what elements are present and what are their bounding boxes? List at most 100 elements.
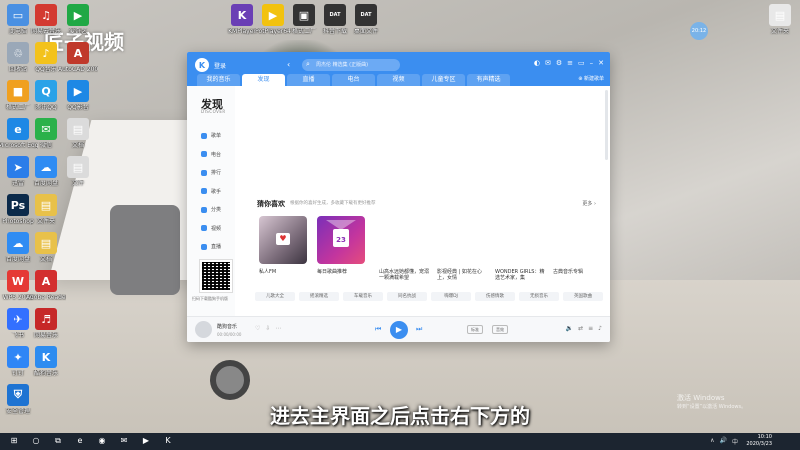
desktop-icon-icons_col2-9[interactable]: K 酷狗音乐	[26, 346, 66, 377]
app-icon: ▤	[67, 118, 89, 140]
app-icon: A	[35, 270, 57, 292]
app-icon: ▤	[769, 4, 791, 26]
quality-button[interactable]: 标准	[467, 325, 483, 334]
app-icon: ☁	[35, 156, 57, 178]
desktop-icon-icons_col3-3[interactable]: ▤ 文档	[58, 118, 98, 149]
desktop-icon-icons_col2-5[interactable]: ▤ 文件夹	[26, 194, 66, 225]
message-icon[interactable]: ✉	[545, 59, 551, 67]
tag-button[interactable]: 英国歌曲	[563, 292, 603, 301]
sidebar-item-1[interactable]: 电台	[201, 151, 221, 158]
sidebar-item-label: 排行	[211, 170, 222, 176]
desktop-icon-icons_col2-6[interactable]: ▤ 文档	[26, 232, 66, 263]
desktop-icon-label: 酷狗音乐	[33, 370, 58, 377]
mini-mode-icon[interactable]: ▭	[578, 59, 585, 67]
radio-heart-icon: ♥	[276, 233, 290, 245]
download-icon[interactable]: ⇩	[265, 325, 270, 332]
sound-effect-button[interactable]: 音效	[492, 325, 508, 334]
tag-button[interactable]: 伤感情歌	[475, 292, 515, 301]
back-arrow-icon[interactable]: ‹	[287, 60, 290, 69]
desktop-icon-icons_right-0[interactable]: ▤ 文件夹	[760, 4, 800, 35]
tab-5[interactable]: 儿童专区	[422, 74, 465, 86]
tag-button[interactable]: 嗨爆DJ	[431, 292, 471, 301]
desktop-icon-icons_col2-7[interactable]: A Adobe Reader	[26, 270, 66, 301]
sidebar-item-icon	[201, 188, 207, 194]
taskbar-app-icon[interactable]: ✉	[118, 435, 130, 447]
sidebar-item-3[interactable]: 歌手	[201, 188, 221, 195]
sidebar-item-4[interactable]: 分类	[201, 206, 221, 213]
sidebar-item-5[interactable]: 视频	[201, 225, 221, 232]
desktop-icon-icons_col3-0[interactable]: ▶ 爱奇艺	[58, 4, 98, 35]
new-playlist-button[interactable]: ⊕ 新建歌单	[578, 75, 604, 82]
sidebar-item-label: 电台	[211, 151, 222, 158]
taskbar-clock[interactable]: 10:10 2020/3/23	[746, 434, 772, 448]
app-icon: ✉	[35, 118, 57, 140]
speaker-icon[interactable]: 🔊	[720, 437, 727, 446]
tab-1[interactable]: 发现	[242, 74, 285, 86]
settings-icon[interactable]: ⚙	[556, 59, 562, 67]
tab-2[interactable]: 直播	[287, 74, 330, 86]
menu-icon[interactable]: ≡	[567, 59, 573, 67]
player-actions: ♡ ⇩ ⋯	[255, 325, 281, 332]
desktop-icon-icons_col3-4[interactable]: ▤ 文件	[58, 156, 98, 187]
player-time: 00:00/00:00	[217, 332, 242, 337]
like-icon[interactable]: ♡	[255, 325, 260, 332]
tab-3[interactable]: 电台	[332, 74, 375, 86]
tag-button[interactable]: 同名抗战	[387, 292, 427, 301]
minimize-icon[interactable]: –	[590, 59, 594, 67]
daily-recommend-card[interactable]: 23	[317, 216, 365, 264]
desktop-icon-top-4[interactable]: DAT 桌面文件	[346, 4, 386, 35]
discover-subtitle: DISCOVER	[201, 109, 226, 114]
sidebar-item-6[interactable]: 直播	[201, 243, 221, 250]
app-icon: ▤	[35, 232, 57, 254]
taskbar-app-icon[interactable]: e	[74, 435, 86, 447]
playlist-text-item[interactable]: WONDER GIRLS：精选艺术家，集	[495, 269, 547, 281]
playlist-text-item[interactable]: 古典音乐专辑	[553, 269, 605, 275]
tag-button[interactable]: 车载音乐	[343, 292, 383, 301]
sidebar-item-2[interactable]: 排行	[201, 169, 221, 176]
scrollbar[interactable]	[605, 90, 608, 160]
playlist-text-item[interactable]: 山高水远她都懂，宠溺一颗满载希望	[379, 269, 431, 281]
sidebar-item-0[interactable]: 歌单	[201, 132, 221, 139]
tag-button[interactable]: 摇滚精选	[299, 292, 339, 301]
tab-0[interactable]: 我的音乐	[197, 74, 240, 86]
volume-icon[interactable]: 🔉	[566, 325, 573, 332]
taskbar-app-icon[interactable]: ◉	[96, 435, 108, 447]
previous-icon[interactable]: ⏮	[375, 325, 381, 334]
more-icon[interactable]: ⋯	[275, 325, 281, 332]
private-fm-card[interactable]: ♥	[259, 216, 307, 264]
kugou-logo-icon[interactable]: K	[195, 58, 209, 72]
start-button[interactable]: ⊞	[8, 435, 20, 447]
sidebar-item-label: 歌手	[211, 188, 222, 195]
tag-button[interactable]: 无损音乐	[519, 292, 559, 301]
app-icon: K	[35, 346, 57, 368]
album-cover[interactable]	[195, 321, 212, 338]
ime-indicator[interactable]: 中	[732, 437, 738, 446]
next-icon[interactable]: ⏭	[416, 325, 422, 334]
daily-recommend-label[interactable]: 每日歌曲推荐	[317, 269, 369, 275]
desktop-icon-icons_col3-1[interactable]: A AutoCAD 2007 CHS	[58, 42, 98, 73]
tab-6[interactable]: 有声精选	[467, 74, 510, 86]
close-icon[interactable]: ✕	[598, 59, 604, 67]
skin-icon[interactable]: ◐	[534, 59, 540, 67]
taskbar-app-icon[interactable]: ○	[30, 435, 42, 447]
play-button[interactable]: ▶	[390, 321, 408, 339]
play-mode-icon[interactable]: ⇄	[578, 325, 583, 332]
more-link[interactable]: 更多 ›	[582, 200, 596, 207]
playlist-text-item[interactable]: 影视经典 | 如花在心上，女情	[437, 269, 489, 281]
login-link[interactable]: 登录	[214, 61, 226, 70]
tray-expand-icon[interactable]: ∧	[710, 437, 714, 446]
tag-button[interactable]: 儿歌大全	[255, 292, 295, 301]
tab-4[interactable]: 视频	[377, 74, 420, 86]
private-fm-label[interactable]: 私人FM	[259, 269, 311, 275]
desktop-icon-icons_col3-2[interactable]: ▶ QQ影音	[58, 80, 98, 111]
playlist-icon[interactable]: ≡	[588, 325, 593, 332]
desktop-icon-icons_col2-8[interactable]: ♬ 网易音乐	[26, 308, 66, 339]
app-icon: ▤	[35, 194, 57, 216]
taskbar-app-icon[interactable]: K	[162, 435, 174, 447]
lyrics-icon[interactable]: ♪	[598, 325, 602, 332]
app-icon: ▣	[293, 4, 315, 26]
taskbar-app-icon[interactable]: ▶	[140, 435, 152, 447]
search-input[interactable]	[302, 59, 400, 71]
player-right-controls: 🔉 ⇄ ≡ ♪	[566, 325, 602, 332]
taskbar-app-icon[interactable]: ⧉	[52, 435, 64, 447]
